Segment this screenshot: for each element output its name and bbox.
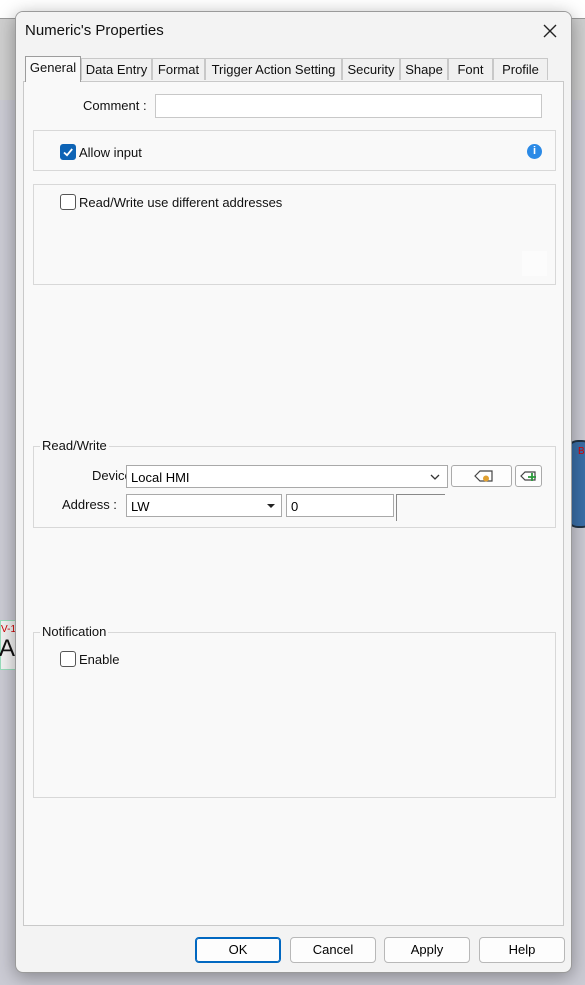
tab-shape[interactable]: Shape bbox=[400, 58, 448, 80]
tab-data-entry[interactable]: Data Entry bbox=[81, 58, 152, 80]
tab-trigger-action-setting[interactable]: Trigger Action Setting bbox=[205, 58, 342, 80]
cancel-button[interactable]: Cancel bbox=[290, 937, 376, 963]
comment-input[interactable] bbox=[155, 94, 542, 118]
tab-security[interactable]: Security bbox=[342, 58, 400, 80]
apply-button[interactable]: Apply bbox=[384, 937, 470, 963]
check-icon bbox=[63, 148, 73, 157]
help-button[interactable]: Help bbox=[479, 937, 565, 963]
notification-enable-label: Enable bbox=[79, 652, 120, 667]
rw-different-addresses-checkbox[interactable] bbox=[60, 194, 76, 210]
allow-input-label: Allow input bbox=[79, 145, 142, 160]
close-icon bbox=[543, 24, 557, 38]
notification-group: Enable Notification bbox=[33, 624, 556, 798]
empty-placeholder-box bbox=[522, 251, 547, 276]
notification-group-label: Notification bbox=[40, 624, 109, 639]
comment-label: Comment : bbox=[83, 98, 147, 113]
tab-format[interactable]: Format bbox=[152, 58, 205, 80]
tag-icon bbox=[474, 470, 493, 482]
close-button[interactable] bbox=[535, 16, 565, 46]
address-extra-field bbox=[396, 494, 445, 521]
rw-different-addresses-label: Read/Write use different addresses bbox=[79, 195, 283, 210]
tab-font[interactable]: Font bbox=[448, 58, 493, 80]
tab-general[interactable]: General bbox=[25, 56, 81, 82]
dialog-title: Numeric's Properties bbox=[25, 22, 164, 39]
address-label: Address : bbox=[62, 497, 117, 512]
rw-different-group: Read/Write use different addresses bbox=[33, 184, 556, 285]
ok-button[interactable]: OK bbox=[195, 937, 281, 963]
read-write-group: Device : Local HMI Address : LW 0 Read/W… bbox=[33, 438, 556, 528]
address-type-select[interactable]: LW bbox=[126, 494, 282, 517]
device-tag-button[interactable] bbox=[451, 465, 512, 487]
title-bar: Numeric's Properties bbox=[16, 12, 571, 50]
device-select[interactable]: Local HMI bbox=[126, 465, 448, 488]
allow-input-group: Allow input i bbox=[33, 130, 556, 171]
general-tab-panel: Comment : Allow input i Read/Write use d… bbox=[23, 81, 564, 926]
dropdown-arrow-icon bbox=[267, 504, 275, 508]
read-write-group-label: Read/Write bbox=[40, 438, 109, 453]
address-input[interactable]: 0 bbox=[286, 494, 394, 517]
add-tag-button[interactable] bbox=[515, 465, 542, 487]
chevron-down-icon bbox=[430, 474, 440, 480]
add-tag-icon bbox=[520, 471, 536, 481]
notification-enable-checkbox[interactable] bbox=[60, 651, 76, 667]
allow-input-checkbox[interactable] bbox=[60, 144, 76, 160]
info-icon[interactable]: i bbox=[527, 144, 542, 159]
tab-profile[interactable]: Profile bbox=[493, 58, 548, 80]
properties-dialog: Numeric's Properties General Data Entry … bbox=[15, 11, 572, 973]
